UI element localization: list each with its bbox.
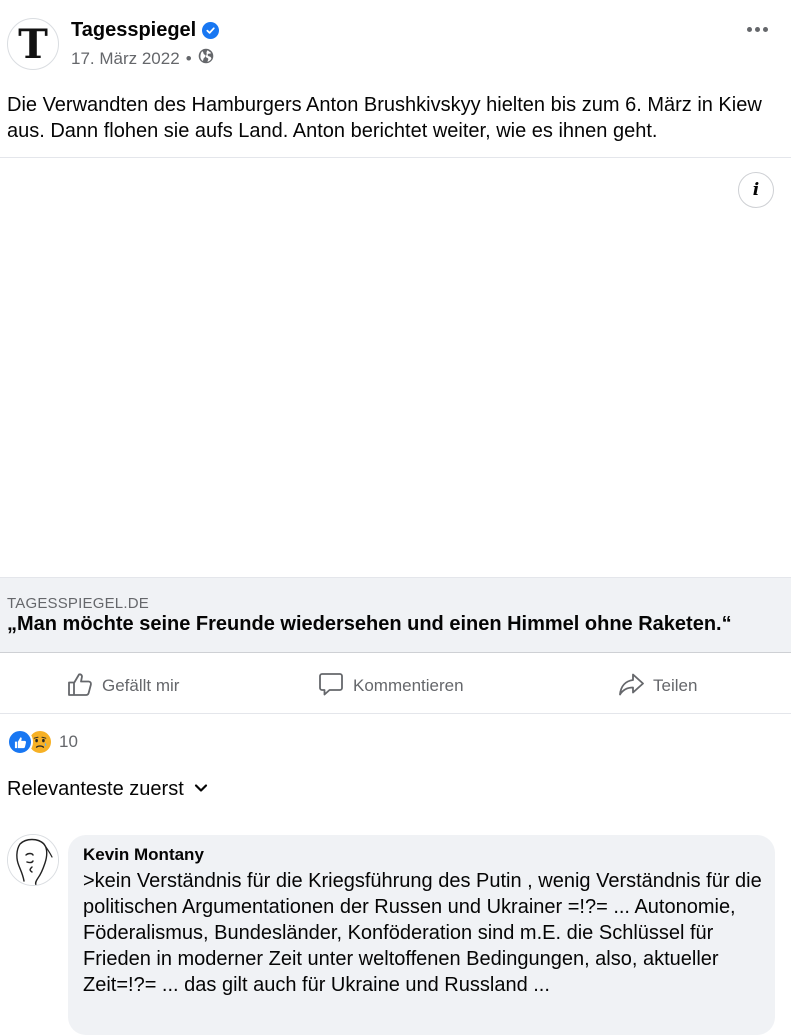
thumbs-up-icon — [66, 670, 94, 703]
post-meta: 17. März 2022 • — [71, 48, 214, 69]
commenter-avatar[interactable] — [7, 834, 59, 886]
action-bar: Gefällt mir Kommentieren Teilen — [0, 660, 791, 712]
post-date[interactable]: 17. März 2022 — [71, 49, 180, 69]
more-dot-icon — [762, 26, 768, 32]
comment-author[interactable]: Kevin Montany — [83, 845, 204, 865]
page-name-row: Tagesspiegel — [71, 19, 220, 42]
comment-text: >kein Verständnis für die Kriegsführung … — [83, 870, 762, 996]
info-button[interactable]: i — [738, 172, 774, 208]
globe-icon — [198, 48, 214, 69]
comment-label: Kommentieren — [353, 676, 464, 695]
like-reaction-icon — [7, 729, 33, 755]
page-name[interactable]: Tagesspiegel — [71, 19, 196, 42]
share-icon — [617, 670, 645, 703]
comment-sort-dropdown[interactable]: Relevanteste zuerst — [7, 778, 208, 801]
share-button[interactable]: Teilen — [617, 660, 697, 712]
comment-button[interactable]: Kommentieren — [317, 660, 464, 712]
post-text: Die Verwandten des Hamburgers Anton Brus… — [7, 94, 762, 142]
page-avatar[interactable]: T — [7, 18, 59, 70]
reaction-count: 10 — [59, 732, 78, 751]
link-domain: TAGESSPIEGEL.DE — [7, 595, 149, 612]
link-title[interactable]: „Man möchte seine Freunde wiedersehen un… — [7, 613, 732, 636]
reactions-summary[interactable]: 10 — [7, 729, 78, 755]
chevron-down-icon — [194, 778, 208, 801]
info-icon: i — [752, 180, 760, 200]
link-media-area[interactable] — [0, 158, 791, 577]
comment-icon — [317, 670, 345, 703]
sort-label: Relevanteste zuerst — [7, 778, 184, 800]
more-options-button[interactable] — [742, 16, 772, 42]
like-label: Gefällt mir — [102, 676, 180, 695]
avatar-letter: T — [18, 20, 48, 68]
like-button[interactable]: Gefällt mir — [66, 660, 179, 712]
more-dot-icon — [754, 26, 760, 32]
meta-separator: • — [185, 48, 192, 68]
actions-divider — [0, 713, 791, 714]
more-dot-icon — [746, 26, 752, 32]
share-label: Teilen — [653, 676, 698, 695]
verified-badge-icon — [202, 22, 220, 39]
